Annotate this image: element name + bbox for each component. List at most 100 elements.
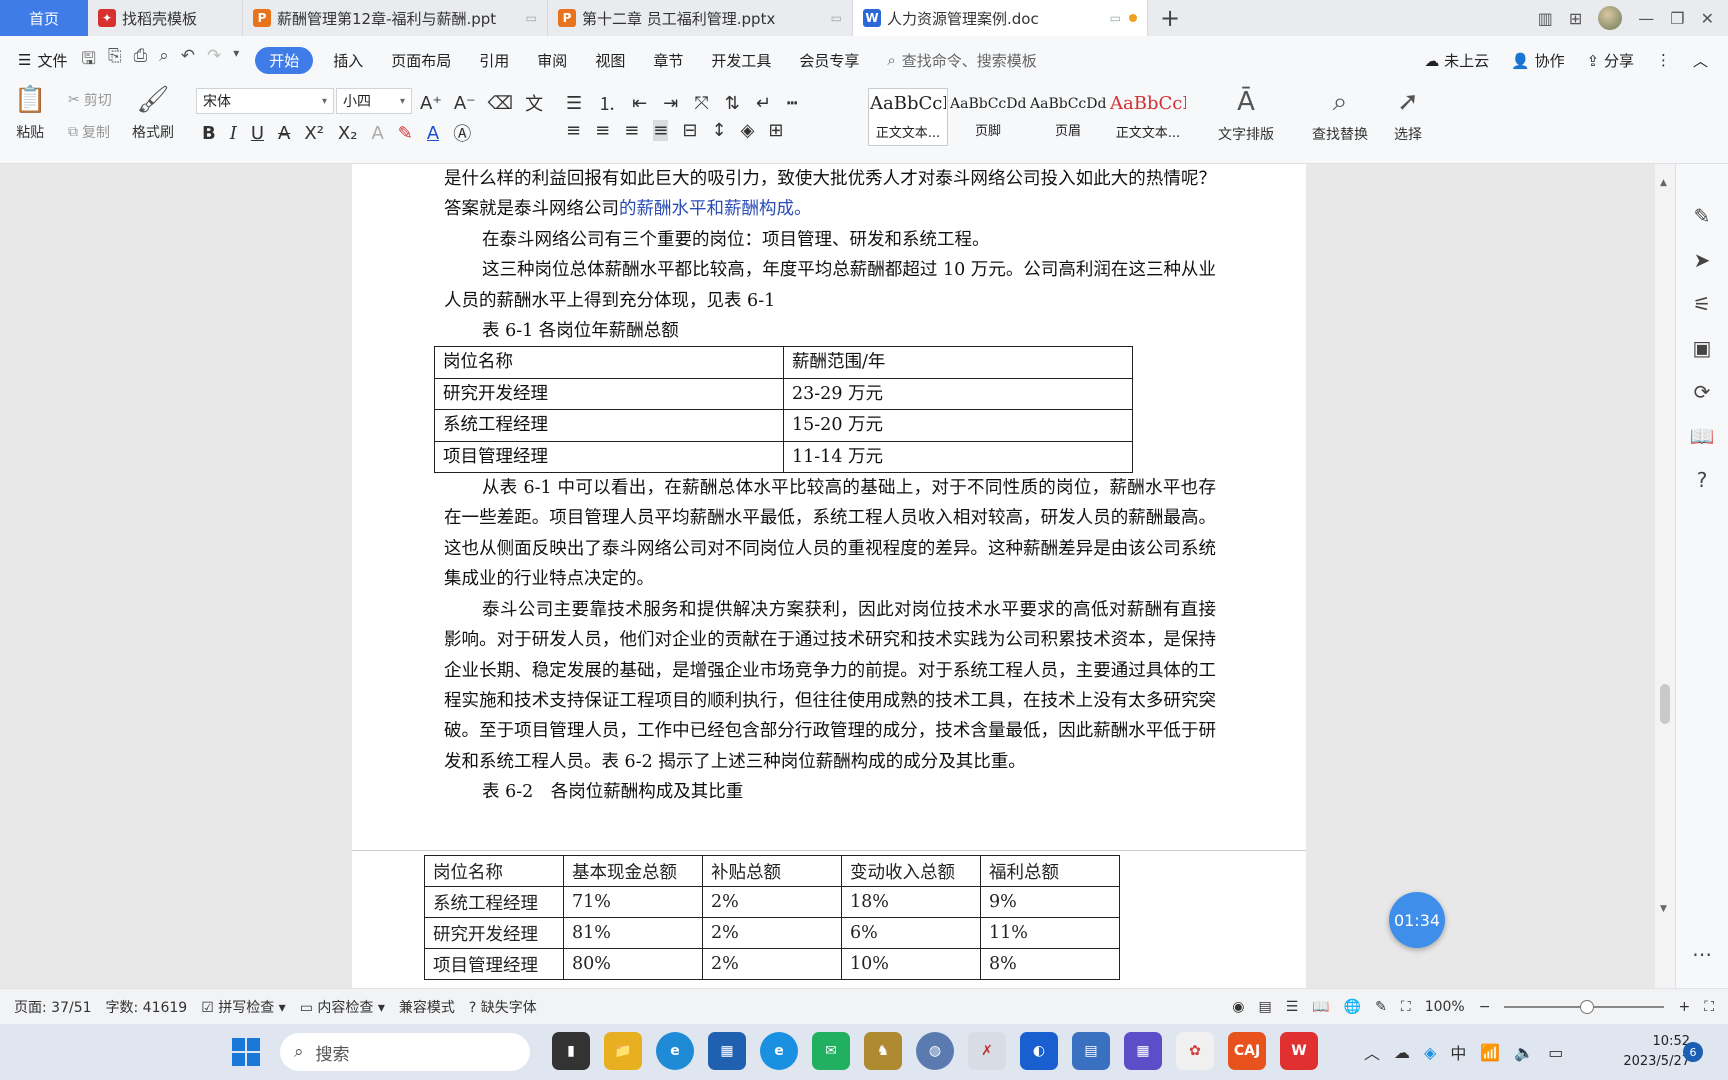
file-menu[interactable]: ☰ 文件 (0, 50, 81, 71)
italic-icon[interactable]: I (230, 123, 237, 144)
scroll-thumb[interactable] (1660, 684, 1670, 724)
caj-reader-icon[interactable]: CAJ (1228, 1032, 1266, 1070)
text-layout-button[interactable]: Ā 文字排版 (1218, 86, 1274, 144)
table-lines-icon[interactable]: ┅ (787, 93, 798, 114)
book-icon[interactable]: 📖 (1690, 424, 1715, 448)
page-view-icon[interactable]: ▤ (1258, 999, 1271, 1015)
chevron-down-icon[interactable]: ▾ (233, 46, 239, 75)
image-tools-icon[interactable]: ▣ (1693, 336, 1712, 360)
tools-app-icon[interactable]: ✗ (968, 1032, 1006, 1070)
bullet-list-icon[interactable]: ☰ (566, 93, 582, 114)
wechat-icon[interactable]: ✉ (812, 1032, 850, 1070)
write-view-icon[interactable]: ✎ (1375, 999, 1387, 1015)
show-marks-icon[interactable]: ↵ (756, 93, 771, 114)
wps-cloud-icon[interactable]: ✿ (1176, 1032, 1214, 1070)
cloud-status-button[interactable]: ☁ 未上云 (1424, 50, 1489, 71)
zoom-slider[interactable] (1504, 999, 1665, 1014)
ime-indicator[interactable]: 中 (1450, 1040, 1466, 1064)
command-search[interactable]: ⌕ 查找命令、搜索模板 (873, 50, 1036, 71)
taskbar-search[interactable]: ⌕ 搜索 (280, 1033, 530, 1071)
web-view-icon[interactable]: 🌐 (1344, 999, 1361, 1015)
help-icon[interactable]: ? (1697, 468, 1708, 492)
calendar-app-icon[interactable]: ▦ (1124, 1032, 1162, 1070)
underline-icon[interactable]: U (251, 123, 264, 144)
tray-expand-icon[interactable]: ︿ (1364, 1040, 1380, 1064)
format-painter-button[interactable]: 🖌 格式刷 (132, 84, 174, 142)
paste-button[interactable]: 📋 粘贴 (14, 84, 46, 142)
content-check-button[interactable]: ▭ 内容检查 ▾ (286, 997, 385, 1017)
eye-protect-icon[interactable]: ◉ (1232, 999, 1244, 1015)
zoom-in-icon[interactable]: + (1678, 999, 1690, 1015)
fit-page-icon[interactable]: ⛶ (1401, 999, 1411, 1015)
spell-check-button[interactable]: ☑ 拼写检查 ▾ (187, 997, 286, 1017)
minimize-icon[interactable]: — (1638, 9, 1654, 28)
more-icon[interactable]: ⋯ (1692, 942, 1712, 966)
style-body-text-1[interactable]: AaBbCcI 正文文本... (868, 88, 948, 146)
notepad-icon[interactable]: ▤ (1072, 1032, 1110, 1070)
read-view-icon[interactable]: 📖 (1312, 999, 1329, 1015)
edge-browser-icon[interactable]: e (656, 1032, 694, 1070)
numbered-list-icon[interactable]: ⒈ (598, 90, 616, 116)
missing-font-button[interactable]: ? 缺失字体 (455, 997, 537, 1017)
game-icon[interactable]: ♞ (864, 1032, 902, 1070)
redo-icon[interactable]: ↷ (207, 46, 221, 75)
terminal-app-icon[interactable]: ▮ (552, 1032, 590, 1070)
start-button[interactable] (232, 1038, 260, 1066)
restore-icon[interactable]: ❐ (1670, 9, 1684, 28)
security-app-icon[interactable]: ◐ (1020, 1032, 1058, 1070)
outline-view-icon[interactable]: ☰ (1286, 999, 1299, 1015)
vertical-scrollbar[interactable]: ▲ ▼ (1655, 164, 1675, 988)
find-replace-button[interactable]: ⌕ 查找替换 (1312, 86, 1368, 144)
tab-ppt-2[interactable]: P 第十二章 员工福利管理.pptx ▭ (548, 0, 853, 36)
wps-office-icon[interactable]: W (1280, 1032, 1318, 1070)
settings-sliders-icon[interactable]: ⚟ (1693, 292, 1711, 316)
export-pdf-icon[interactable]: ⎘ (108, 46, 122, 75)
zoom-knob[interactable] (1580, 999, 1595, 1014)
menu-home[interactable]: 开始 (255, 46, 314, 74)
scroll-up-icon[interactable]: ▲ (1660, 178, 1667, 188)
sort-icon[interactable]: ⇅ (725, 93, 740, 114)
volume-icon[interactable]: 🔈 (1514, 1043, 1534, 1062)
decrease-indent-icon[interactable]: ⇤ (632, 93, 647, 114)
undo-icon[interactable]: ↶ (181, 46, 195, 75)
clock[interactable]: 10:52 2023/5/27 (1606, 1032, 1690, 1072)
globe-app-icon[interactable]: ◍ (916, 1032, 954, 1070)
onedrive-icon[interactable]: ☁ (1394, 1043, 1410, 1062)
line-spacing-icon[interactable]: ↕ (711, 120, 726, 141)
next-page[interactable]: 岗位名称 基本现金总额 补贴总额 变动收入总额 福利总额 系统工程经理 71% … (352, 850, 1306, 988)
text-direction-icon[interactable]: ⤧ (694, 93, 708, 114)
scroll-down-icon[interactable]: ▼ (1660, 904, 1667, 914)
menu-view[interactable]: 视图 (581, 50, 639, 71)
select-button[interactable]: ➚ 选择 (1394, 86, 1422, 144)
bold-icon[interactable]: B (202, 123, 216, 144)
style-header[interactable]: AaBbCcDd 页眉 (1028, 88, 1108, 146)
highlight-icon[interactable]: ✎ (398, 123, 413, 144)
layout-icon[interactable]: ▥ (1538, 9, 1553, 28)
file-explorer-icon[interactable]: 📁 (604, 1032, 642, 1070)
shrink-font-icon[interactable]: A⁻ (454, 93, 476, 114)
align-left-icon[interactable]: ≡ (566, 120, 581, 141)
edge-tray-icon[interactable]: ◈ (1424, 1043, 1436, 1062)
close-icon[interactable]: ✕ (1701, 9, 1714, 28)
menu-insert[interactable]: 插入 (319, 50, 377, 71)
align-right-icon[interactable]: ≡ (624, 120, 639, 141)
char-border-icon[interactable]: Ⓐ (453, 120, 471, 146)
fullscreen-icon[interactable]: ⛶ (1704, 999, 1714, 1015)
timer-badge[interactable]: 01:34 (1389, 892, 1445, 948)
style-footer[interactable]: AaBbCcDd 页脚 (948, 88, 1028, 146)
tab-ppt-1[interactable]: P 薪酬管理第12章-福利与薪酬.ppt ▭ (243, 0, 548, 36)
share-button[interactable]: ⇪ 分享 (1587, 50, 1634, 71)
pointer-icon[interactable]: ➤ (1694, 248, 1711, 272)
tab-doc-active[interactable]: W 人力资源管理案例.doc ▭ (853, 0, 1148, 36)
word-count[interactable]: 字数: 41619 (92, 997, 188, 1017)
font-size-select[interactable]: 小四 ▾ (336, 88, 412, 114)
grow-font-icon[interactable]: A⁺ (420, 93, 442, 114)
increase-indent-icon[interactable]: ⇥ (663, 93, 678, 114)
zoom-out-icon[interactable]: − (1479, 999, 1491, 1015)
menu-layout[interactable]: 页面布局 (377, 50, 465, 71)
justify-icon[interactable]: ≡ (653, 120, 669, 141)
new-tab-button[interactable]: + (1148, 0, 1192, 36)
text-effect-icon[interactable]: A (371, 123, 383, 144)
tab-home[interactable]: 首页 (0, 0, 88, 36)
clear-format-icon[interactable]: ⌫ (488, 93, 513, 114)
